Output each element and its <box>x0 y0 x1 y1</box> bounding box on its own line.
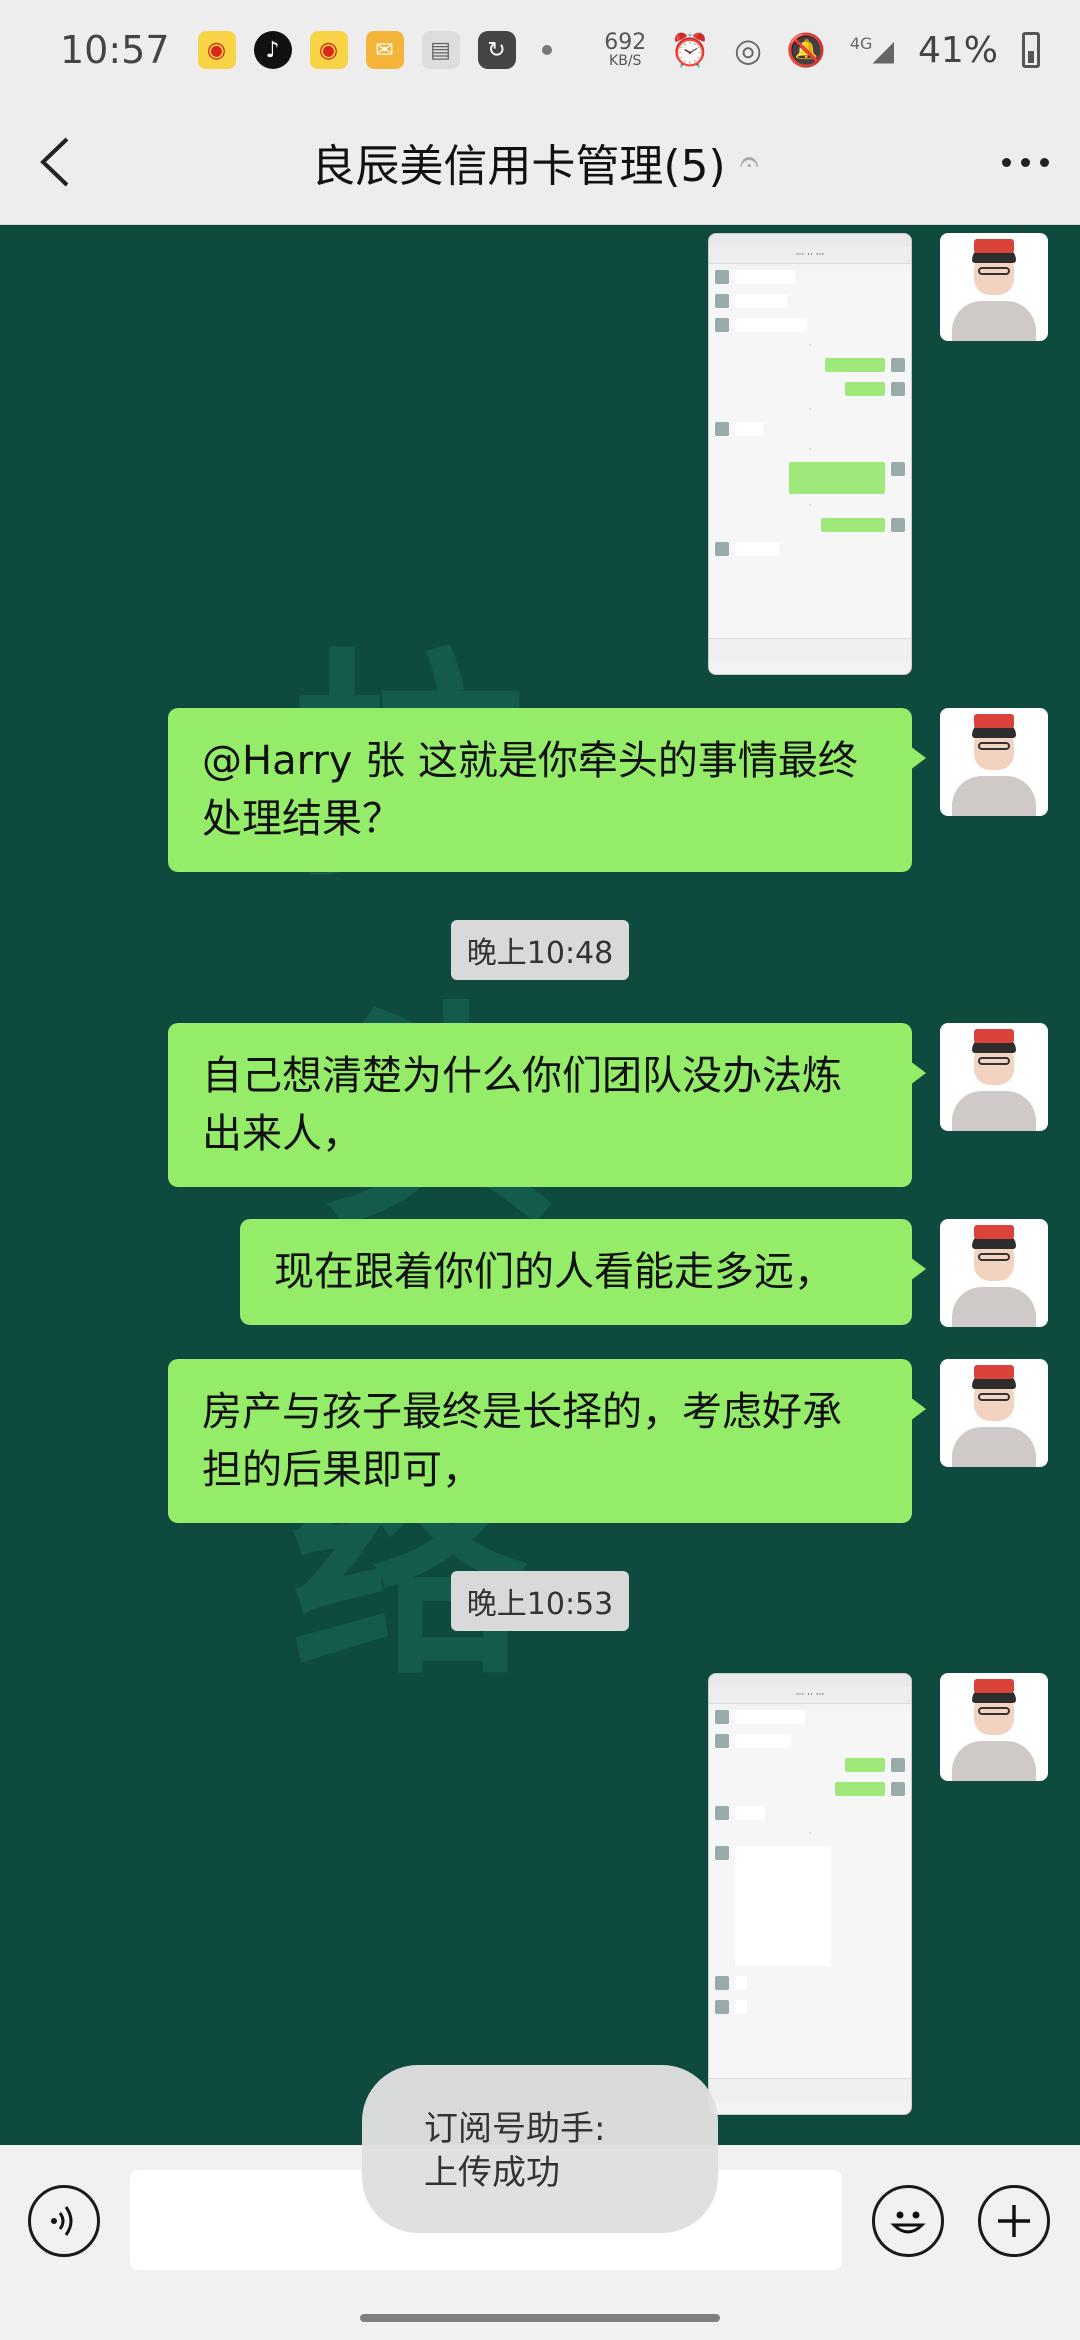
text-message[interactable]: 现在跟着你们的人看能走多远， <box>240 1219 926 1325</box>
mute-icon: 🔕 <box>786 31 826 69</box>
status-right: 692 KB/S ⏰ ◎ 🔕 4G◢ 41% <box>604 30 1040 71</box>
chat-header: 良辰美信用卡管理(5) 𝄐 <box>0 100 1080 225</box>
status-bar: 10:57 ◉ ♪ ◉ ✉ ▤ ↻ 692 KB/S ⏰ ◎ 🔕 4G◢ 41% <box>0 0 1080 100</box>
shot-title: ··· ·· ··· <box>709 246 911 264</box>
battery-percent: 41% <box>917 29 998 71</box>
mail-icon: ✉ <box>365 31 404 69</box>
network-speed: 692 KB/S <box>604 30 647 69</box>
more-button[interactable] <box>970 100 1080 225</box>
chat-title: 良辰美信用卡管理(5) <box>311 141 726 192</box>
plus-button[interactable] <box>978 2185 1050 2257</box>
tiktok-icon: ♪ <box>253 31 292 69</box>
emoji-button[interactable] <box>872 2185 944 2257</box>
text-message[interactable]: 自己想清楚为什么你们团队没办法炼出来人， <box>168 1023 926 1187</box>
upload-toast: 订阅号助手: 上传成功 <box>362 2065 718 2233</box>
text-message[interactable]: @Harry 张 这就是你牵头的事情最终处理结果？ <box>168 708 926 872</box>
plus-icon <box>998 2205 1030 2237</box>
status-time: 10:57 <box>60 28 170 72</box>
emoji-icon <box>890 2211 926 2234</box>
back-chevron-icon <box>40 137 69 187</box>
voice-icon <box>51 2206 73 2236</box>
more-dots-icon <box>1001 157 1011 167</box>
notification-icons: ◉ ♪ ◉ ✉ ▤ ↻ <box>197 31 552 69</box>
earpiece-mode-icon: 𝄐 <box>739 142 759 182</box>
voice-button[interactable] <box>28 2185 100 2257</box>
toast-title: 订阅号助手: <box>424 2109 606 2149</box>
chat-area[interactable]: 拉 头 络 ··· ·· ··· · · · · @Harry 张 这就是你牵头… <box>0 225 1080 2145</box>
text-message[interactable]: 房产与孩子最终是长择的，考虑好承担的后果即可， <box>168 1359 926 1523</box>
home-indicator[interactable] <box>360 2314 720 2322</box>
avatar[interactable] <box>940 1219 1048 1327</box>
toast-message: 上传成功 <box>424 2153 560 2193</box>
weibo-icon: ◉ <box>197 31 236 69</box>
more-notifications-dot <box>541 45 552 55</box>
sync-icon: ↻ <box>477 31 516 69</box>
weibo-icon: ◉ <box>309 31 348 69</box>
alarm-icon: ⏰ <box>670 31 711 69</box>
avatar[interactable] <box>940 1673 1048 1781</box>
battery-icon <box>1022 32 1040 68</box>
image-message[interactable]: ··· ·· ··· · · · · <box>708 233 912 675</box>
back-button[interactable] <box>0 100 110 225</box>
shot-title: ··· ·· ··· <box>709 1686 911 1704</box>
image-message[interactable]: ··· ·· ··· · <box>708 1673 912 2115</box>
timestamp: 晚上10:53 <box>0 1571 1080 1631</box>
avatar[interactable] <box>940 1359 1048 1467</box>
avatar[interactable] <box>940 233 1048 341</box>
avatar[interactable] <box>940 1023 1048 1131</box>
signal-icon: 4G◢ <box>849 33 894 67</box>
document-icon: ▤ <box>421 31 460 69</box>
hotspot-icon: ◎ <box>734 31 763 69</box>
title-wrap: 良辰美信用卡管理(5) 𝄐 <box>100 130 970 194</box>
avatar[interactable] <box>940 708 1048 816</box>
timestamp: 晚上10:48 <box>0 920 1080 980</box>
